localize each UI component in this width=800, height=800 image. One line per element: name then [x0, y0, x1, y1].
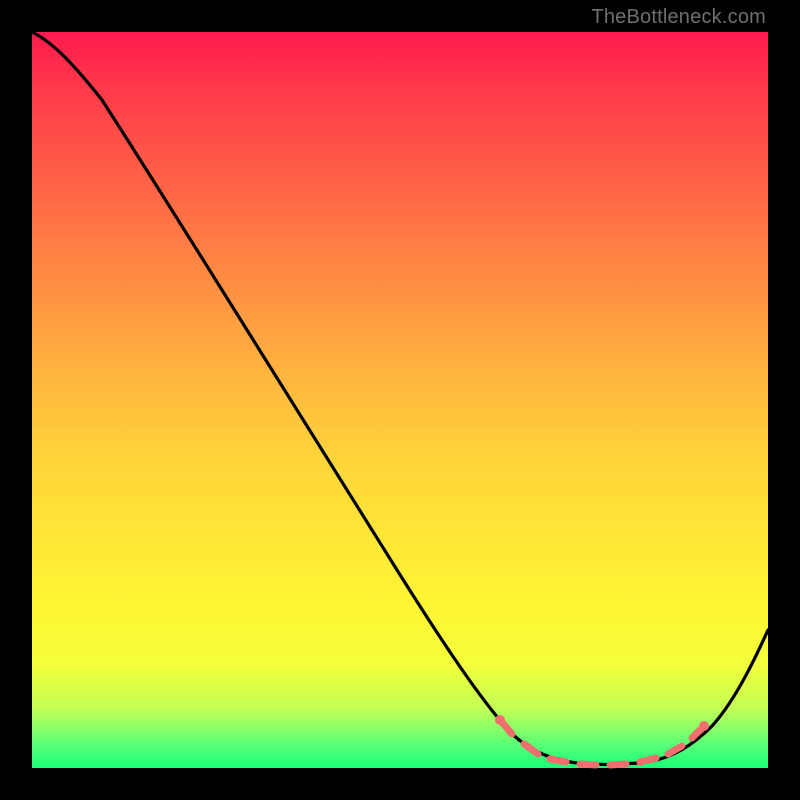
plot-area: [32, 32, 768, 768]
bottleneck-curve: [32, 32, 768, 764]
highlight-dash: [668, 746, 682, 754]
highlight-dash: [550, 759, 566, 762]
watermark-text: TheBottleneck.com: [591, 6, 766, 29]
chart-frame: TheBottleneck.com: [0, 0, 800, 800]
highlight-dashes: [500, 720, 704, 765]
highlight-dash: [640, 758, 656, 762]
highlight-dot: [495, 715, 505, 725]
chart-svg: [32, 32, 768, 768]
highlight-dash: [524, 744, 538, 754]
highlight-dots: [495, 715, 709, 731]
highlight-dash: [580, 764, 596, 765]
highlight-dot: [699, 721, 709, 731]
highlight-dash: [610, 764, 626, 765]
